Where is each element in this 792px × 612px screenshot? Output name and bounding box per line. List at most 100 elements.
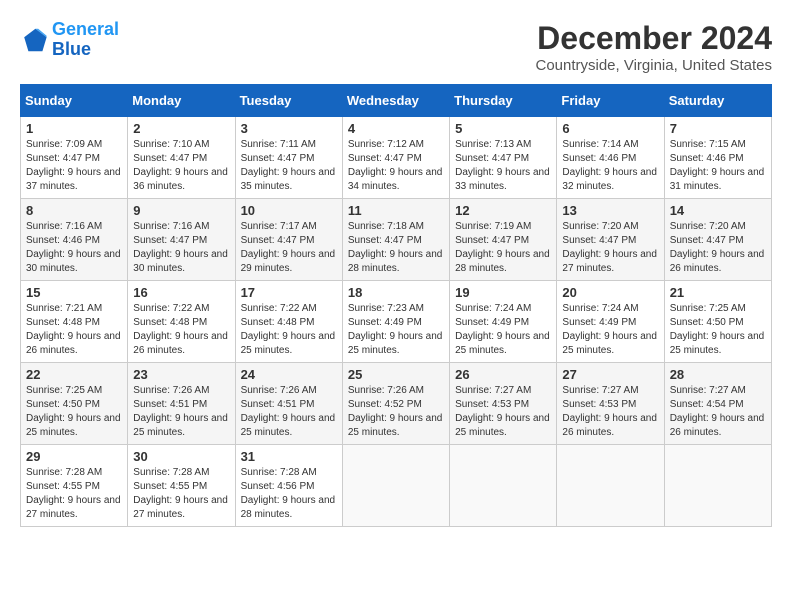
calendar-cell: 27 Sunrise: 7:27 AMSunset: 4:53 PMDayligh… — [557, 363, 664, 445]
calendar-cell: 20 Sunrise: 7:24 AMSunset: 4:49 PMDayligh… — [557, 281, 664, 363]
calendar-week-row: 8Sunrise: 7:16 AMSunset: 4:46 PMDaylight… — [21, 199, 772, 281]
day-info: Sunrise: 7:26 AMSunset: 4:51 PMDaylight:… — [133, 384, 229, 440]
logo-icon — [20, 26, 48, 54]
calendar-cell: 5Sunrise: 7:13 AMSunset: 4:47 PMDaylight… — [450, 117, 557, 199]
calendar-cell: 25Sunrise: 7:26 AMSunset: 4:52 PMDayligh… — [342, 363, 449, 445]
day-number: 6 — [562, 121, 658, 136]
calendar-cell: 23Sunrise: 7:26 AMSunset: 4:51 PMDayligh… — [128, 363, 235, 445]
day-number: 1 — [26, 121, 122, 136]
day-number: 21 — [670, 285, 766, 300]
calendar-cell: 9 Sunrise: 7:16 AMSunset: 4:47 PMDaylight… — [128, 199, 235, 281]
day-info: Sunrise: 7:28 AMSunset: 4:55 PMDaylight:… — [133, 466, 229, 522]
day-number: 5 — [455, 121, 551, 136]
calendar-cell: 29 Sunrise: 7:28 AMSunset: 4:55 PMDayligh… — [21, 445, 128, 527]
day-number: 11 — [348, 203, 444, 218]
day-info: Sunrise: 7:21 AMSunset: 4:48 PMDaylight:… — [26, 302, 122, 358]
calendar-cell: 12 Sunrise: 7:19 AMSunset: 4:47 PMDayligh… — [450, 199, 557, 281]
calendar-cell: 24 Sunrise: 7:26 AMSunset: 4:51 PMDayligh… — [235, 363, 342, 445]
day-info: Sunrise: 7:16 AMSunset: 4:46 PMDaylight:… — [26, 220, 122, 276]
calendar-cell — [342, 445, 449, 527]
calendar-cell: 7 Sunrise: 7:15 AMSunset: 4:46 PMDaylight… — [664, 117, 771, 199]
calendar-week-row: 29 Sunrise: 7:28 AMSunset: 4:55 PMDayligh… — [21, 445, 772, 527]
calendar-cell: 2 Sunrise: 7:10 AMSunset: 4:47 PMDaylight… — [128, 117, 235, 199]
day-number: 17 — [241, 285, 337, 300]
calendar-cell: 16 Sunrise: 7:22 AMSunset: 4:48 PMDayligh… — [128, 281, 235, 363]
location-subtitle: Countryside, Virginia, United States — [535, 57, 772, 74]
day-info: Sunrise: 7:18 AMSunset: 4:47 PMDaylight:… — [348, 220, 444, 276]
day-number: 9 — [133, 203, 229, 218]
calendar-week-row: 15 Sunrise: 7:21 AMSunset: 4:48 PMDayligh… — [21, 281, 772, 363]
day-number: 27 — [562, 367, 658, 382]
calendar-cell: 11 Sunrise: 7:18 AMSunset: 4:47 PMDayligh… — [342, 199, 449, 281]
day-info: Sunrise: 7:22 AMSunset: 4:48 PMDaylight:… — [133, 302, 229, 358]
day-info: Sunrise: 7:11 AMSunset: 4:47 PMDaylight:… — [241, 138, 337, 194]
page-header: General Blue December 2024 Countryside, … — [20, 20, 772, 74]
day-number: 15 — [26, 285, 122, 300]
day-number: 31 — [241, 449, 337, 464]
day-number: 3 — [241, 121, 337, 136]
day-info: Sunrise: 7:27 AMSunset: 4:53 PMDaylight:… — [562, 384, 658, 440]
day-number: 18 — [348, 285, 444, 300]
calendar-cell: 1 Sunrise: 7:09 AMSunset: 4:47 PMDaylight… — [21, 117, 128, 199]
logo: General Blue — [20, 20, 119, 60]
day-info: Sunrise: 7:23 AMSunset: 4:49 PMDaylight:… — [348, 302, 444, 358]
day-number: 30 — [133, 449, 229, 464]
day-number: 13 — [562, 203, 658, 218]
day-info: Sunrise: 7:22 AMSunset: 4:48 PMDaylight:… — [241, 302, 337, 358]
month-title: December 2024 — [535, 20, 772, 57]
day-info: Sunrise: 7:26 AMSunset: 4:51 PMDaylight:… — [241, 384, 337, 440]
calendar-week-row: 1 Sunrise: 7:09 AMSunset: 4:47 PMDaylight… — [21, 117, 772, 199]
day-info: Sunrise: 7:27 AMSunset: 4:53 PMDaylight:… — [455, 384, 551, 440]
day-info: Sunrise: 7:16 AMSunset: 4:47 PMDaylight:… — [133, 220, 229, 276]
calendar-cell: 17 Sunrise: 7:22 AMSunset: 4:48 PMDayligh… — [235, 281, 342, 363]
calendar-cell: 18 Sunrise: 7:23 AMSunset: 4:49 PMDayligh… — [342, 281, 449, 363]
day-number: 7 — [670, 121, 766, 136]
calendar-cell: 8Sunrise: 7:16 AMSunset: 4:46 PMDaylight… — [21, 199, 128, 281]
day-info: Sunrise: 7:15 AMSunset: 4:46 PMDaylight:… — [670, 138, 766, 194]
calendar-cell — [664, 445, 771, 527]
day-info: Sunrise: 7:19 AMSunset: 4:47 PMDaylight:… — [455, 220, 551, 276]
calendar-cell: 6Sunrise: 7:14 AMSunset: 4:46 PMDaylight… — [557, 117, 664, 199]
col-header-wednesday: Wednesday — [342, 85, 449, 117]
day-info: Sunrise: 7:28 AMSunset: 4:55 PMDaylight:… — [26, 466, 122, 522]
day-info: Sunrise: 7:17 AMSunset: 4:47 PMDaylight:… — [241, 220, 337, 276]
calendar-cell: 31 Sunrise: 7:28 AMSunset: 4:56 PMDayligh… — [235, 445, 342, 527]
calendar-cell — [557, 445, 664, 527]
day-number: 22 — [26, 367, 122, 382]
col-header-thursday: Thursday — [450, 85, 557, 117]
logo-line2: Blue — [52, 39, 91, 59]
day-info: Sunrise: 7:24 AMSunset: 4:49 PMDaylight:… — [455, 302, 551, 358]
title-section: December 2024 Countryside, Virginia, Uni… — [535, 20, 772, 74]
day-number: 16 — [133, 285, 229, 300]
calendar-cell: 10Sunrise: 7:17 AMSunset: 4:47 PMDayligh… — [235, 199, 342, 281]
day-number: 24 — [241, 367, 337, 382]
calendar-cell: 3 Sunrise: 7:11 AMSunset: 4:47 PMDaylight… — [235, 117, 342, 199]
day-info: Sunrise: 7:25 AMSunset: 4:50 PMDaylight:… — [26, 384, 122, 440]
day-info: Sunrise: 7:09 AMSunset: 4:47 PMDaylight:… — [26, 138, 122, 194]
col-header-friday: Friday — [557, 85, 664, 117]
day-info: Sunrise: 7:20 AMSunset: 4:47 PMDaylight:… — [562, 220, 658, 276]
day-info: Sunrise: 7:24 AMSunset: 4:49 PMDaylight:… — [562, 302, 658, 358]
day-number: 29 — [26, 449, 122, 464]
calendar-cell: 26Sunrise: 7:27 AMSunset: 4:53 PMDayligh… — [450, 363, 557, 445]
day-number: 2 — [133, 121, 229, 136]
calendar-cell: 14 Sunrise: 7:20 AMSunset: 4:47 PMDayligh… — [664, 199, 771, 281]
day-number: 28 — [670, 367, 766, 382]
col-header-tuesday: Tuesday — [235, 85, 342, 117]
calendar-cell: 28Sunrise: 7:27 AMSunset: 4:54 PMDayligh… — [664, 363, 771, 445]
calendar-header-row: SundayMondayTuesdayWednesdayThursdayFrid… — [21, 85, 772, 117]
day-number: 14 — [670, 203, 766, 218]
col-header-sunday: Sunday — [21, 85, 128, 117]
calendar-cell — [450, 445, 557, 527]
calendar-cell: 13 Sunrise: 7:20 AMSunset: 4:47 PMDayligh… — [557, 199, 664, 281]
day-info: Sunrise: 7:28 AMSunset: 4:56 PMDaylight:… — [241, 466, 337, 522]
day-info: Sunrise: 7:10 AMSunset: 4:47 PMDaylight:… — [133, 138, 229, 194]
day-info: Sunrise: 7:26 AMSunset: 4:52 PMDaylight:… — [348, 384, 444, 440]
day-number: 4 — [348, 121, 444, 136]
calendar-cell: 21Sunrise: 7:25 AMSunset: 4:50 PMDayligh… — [664, 281, 771, 363]
day-info: Sunrise: 7:20 AMSunset: 4:47 PMDaylight:… — [670, 220, 766, 276]
calendar-cell: 30 Sunrise: 7:28 AMSunset: 4:55 PMDayligh… — [128, 445, 235, 527]
day-number: 20 — [562, 285, 658, 300]
day-number: 12 — [455, 203, 551, 218]
calendar-cell: 22 Sunrise: 7:25 AMSunset: 4:50 PMDayligh… — [21, 363, 128, 445]
